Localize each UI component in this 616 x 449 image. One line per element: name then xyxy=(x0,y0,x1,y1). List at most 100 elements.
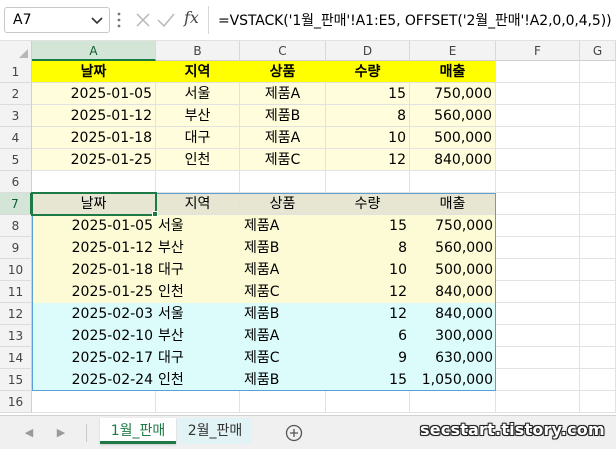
row-header-7[interactable]: 7 xyxy=(0,193,32,215)
spill-table-cell[interactable]: 840,000 xyxy=(410,281,496,303)
row-header-11[interactable]: 11 xyxy=(0,281,32,303)
cell-blank[interactable] xyxy=(496,259,580,281)
cell-blank[interactable] xyxy=(580,193,616,215)
row-header-8[interactable]: 8 xyxy=(0,215,32,237)
source-table-cell[interactable]: 제품C xyxy=(240,149,326,171)
sheet-tab-feb[interactable]: 2월_판매 xyxy=(178,418,252,444)
spill-table-cell[interactable]: 제품B xyxy=(240,303,326,325)
cell-blank[interactable] xyxy=(580,347,616,369)
column-header-d[interactable]: D xyxy=(326,41,410,61)
source-table-cell[interactable]: 15 xyxy=(326,83,410,105)
source-table-cell[interactable]: 840,000 xyxy=(410,149,496,171)
column-header-f[interactable]: F xyxy=(496,41,580,61)
formula-input[interactable]: =VSTACK('1월_판매'!A1:E5, OFFSET('2월_판매'!A2… xyxy=(218,10,612,30)
source-table-cell[interactable]: 500,000 xyxy=(410,127,496,149)
spill-header-cell[interactable]: 날짜 xyxy=(32,193,156,215)
cell-blank[interactable] xyxy=(496,83,580,105)
cell-blank[interactable] xyxy=(240,171,326,193)
spill-table-cell[interactable]: 2025-01-05 xyxy=(32,215,156,237)
cell-blank[interactable] xyxy=(580,259,616,281)
spill-table-cell[interactable]: 15 xyxy=(326,215,410,237)
row-header-3[interactable]: 3 xyxy=(0,105,32,127)
spill-table-cell[interactable]: 제품A xyxy=(240,259,326,281)
cell-blank[interactable] xyxy=(580,369,616,391)
worksheet-grid[interactable]: ABCDEFG 1 2 3 4 5 6 7 8 9 10 11 12 13 14 15 16 날짜 지역 상품 수량… xyxy=(0,41,616,415)
row-header-2[interactable]: 2 xyxy=(0,83,32,105)
spill-table-cell[interactable]: 인천 xyxy=(156,369,240,391)
row-header-16[interactable]: 16 xyxy=(0,391,32,413)
cell-blank[interactable] xyxy=(580,83,616,105)
cell-blank[interactable] xyxy=(580,127,616,149)
spill-table-cell[interactable]: 15 xyxy=(326,369,410,391)
spill-table-cell[interactable]: 12 xyxy=(326,281,410,303)
cell-blank[interactable] xyxy=(496,127,580,149)
checkmark-icon[interactable] xyxy=(156,11,176,29)
more-options-icon[interactable] xyxy=(116,10,122,30)
cell-blank[interactable] xyxy=(326,171,410,193)
cell-blank[interactable] xyxy=(496,61,580,83)
cell-blank[interactable] xyxy=(580,303,616,325)
spill-table-cell[interactable]: 840,000 xyxy=(410,303,496,325)
spill-table-cell[interactable]: 부산 xyxy=(156,325,240,347)
cell-blank[interactable] xyxy=(410,171,496,193)
scroll-tabs-left-icon[interactable]: ◀ xyxy=(20,424,38,442)
column-header-b[interactable]: B xyxy=(156,41,240,61)
source-table-cell[interactable]: 제품A xyxy=(240,127,326,149)
spill-table-cell[interactable]: 1,050,000 xyxy=(410,369,496,391)
source-table-cell[interactable]: 제품A xyxy=(240,83,326,105)
source-table-cell[interactable]: 서울 xyxy=(156,83,240,105)
cell-blank[interactable] xyxy=(156,391,240,413)
cell-blank[interactable] xyxy=(496,347,580,369)
spill-table-cell[interactable]: 6 xyxy=(326,325,410,347)
row-header-4[interactable]: 4 xyxy=(0,127,32,149)
spill-table-cell[interactable]: 500,000 xyxy=(410,259,496,281)
source-header-cell[interactable]: 지역 xyxy=(156,61,240,83)
spill-table-cell[interactable]: 560,000 xyxy=(410,237,496,259)
cell-blank[interactable] xyxy=(496,193,580,215)
cell-blank[interactable] xyxy=(496,105,580,127)
spill-table-cell[interactable]: 대구 xyxy=(156,347,240,369)
source-table-cell[interactable]: 12 xyxy=(326,149,410,171)
spill-table-cell[interactable]: 9 xyxy=(326,347,410,369)
source-table-cell[interactable]: 인천 xyxy=(156,149,240,171)
row-header-9[interactable]: 9 xyxy=(0,237,32,259)
cell-blank[interactable] xyxy=(496,171,580,193)
cell-blank[interactable] xyxy=(326,391,410,413)
cell-blank[interactable] xyxy=(32,391,156,413)
spill-table-cell[interactable]: 2025-02-17 xyxy=(32,347,156,369)
spill-table-cell[interactable]: 서울 xyxy=(156,215,240,237)
source-header-cell[interactable]: 날짜 xyxy=(32,61,156,83)
source-header-cell[interactable]: 상품 xyxy=(240,61,326,83)
cell-blank[interactable] xyxy=(496,149,580,171)
spill-header-cell[interactable]: 수량 xyxy=(326,193,410,215)
spill-table-cell[interactable]: 제품B xyxy=(240,369,326,391)
spill-table-cell[interactable]: 2025-02-24 xyxy=(32,369,156,391)
spill-table-cell[interactable]: 인천 xyxy=(156,281,240,303)
row-header-15[interactable]: 15 xyxy=(0,369,32,391)
row-header-14[interactable]: 14 xyxy=(0,347,32,369)
source-table-cell[interactable]: 750,000 xyxy=(410,83,496,105)
spill-table-cell[interactable]: 2025-01-18 xyxy=(32,259,156,281)
cell-blank[interactable] xyxy=(496,303,580,325)
close-icon[interactable] xyxy=(134,11,152,29)
spill-table-cell[interactable]: 서울 xyxy=(156,303,240,325)
spill-table-cell[interactable]: 300,000 xyxy=(410,325,496,347)
spill-table-cell[interactable]: 제품B xyxy=(240,237,326,259)
row-header-5[interactable]: 5 xyxy=(0,149,32,171)
row-header-13[interactable]: 13 xyxy=(0,325,32,347)
spill-table-cell[interactable]: 부산 xyxy=(156,237,240,259)
source-table-cell[interactable]: 부산 xyxy=(156,105,240,127)
cell-blank[interactable] xyxy=(580,105,616,127)
source-table-cell[interactable]: 2025-01-05 xyxy=(32,83,156,105)
spill-table-cell[interactable]: 제품C xyxy=(240,281,326,303)
spill-table-cell[interactable]: 2025-01-25 xyxy=(32,281,156,303)
column-header-c[interactable]: C xyxy=(240,41,326,61)
spill-table-cell[interactable]: 제품A xyxy=(240,325,326,347)
spill-header-cell[interactable]: 지역 xyxy=(156,193,240,215)
source-table-cell[interactable]: 8 xyxy=(326,105,410,127)
spill-header-cell[interactable]: 상품 xyxy=(240,193,326,215)
source-table-cell[interactable]: 제품B xyxy=(240,105,326,127)
plus-circle-icon[interactable] xyxy=(284,423,304,443)
spill-table-cell[interactable]: 12 xyxy=(326,303,410,325)
spill-table-cell[interactable]: 10 xyxy=(326,259,410,281)
